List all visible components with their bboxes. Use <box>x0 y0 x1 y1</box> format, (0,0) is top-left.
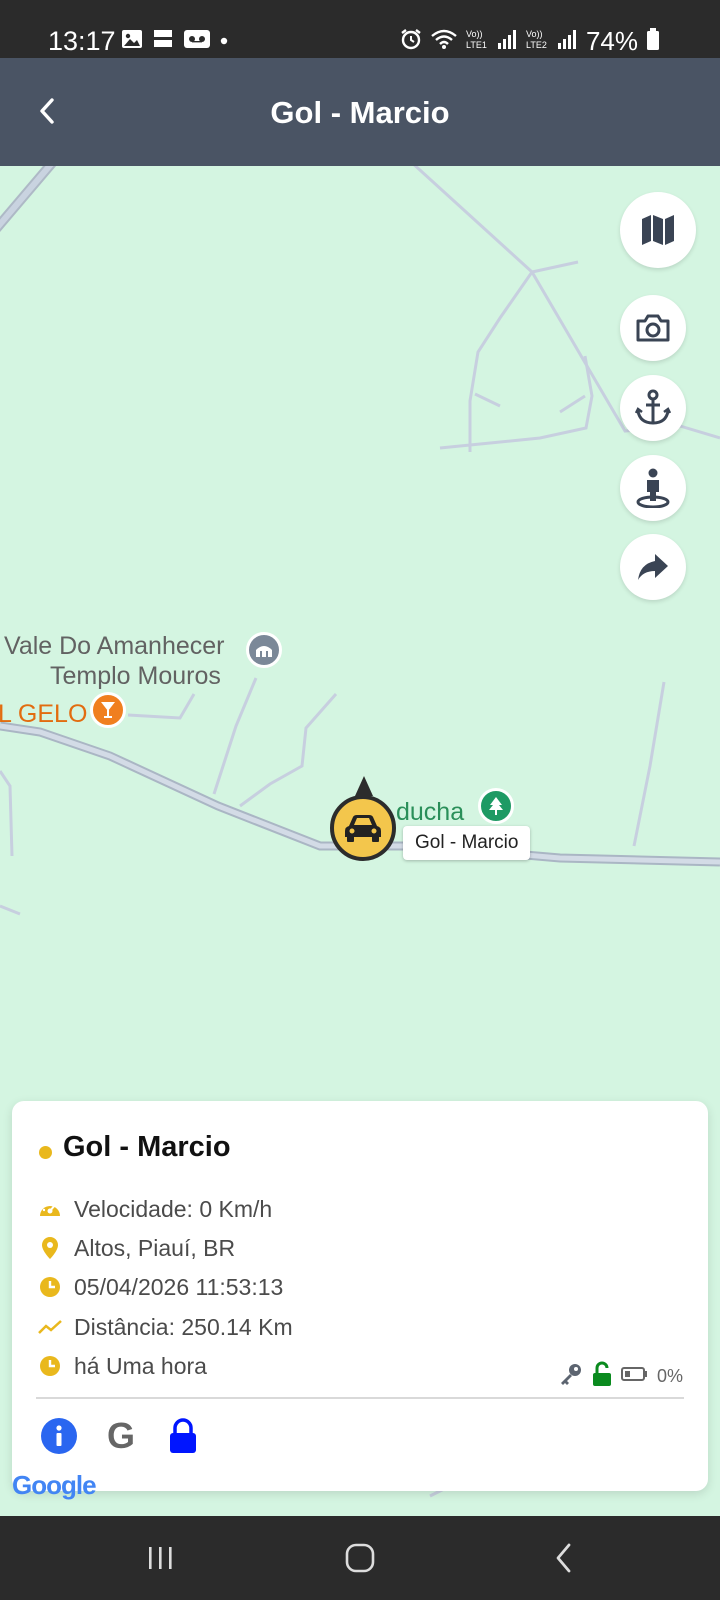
recents-button[interactable] <box>139 1536 183 1580</box>
lock-button[interactable] <box>164 1417 202 1455</box>
google-maps-button[interactable]: G <box>102 1415 140 1456</box>
tim-ads-icon <box>152 28 174 55</box>
voicemail-icon <box>183 29 211 54</box>
trend-line-icon <box>38 1315 62 1339</box>
share-button[interactable] <box>620 534 686 600</box>
wifi-icon <box>430 28 458 55</box>
svg-text:Vo)): Vo)) <box>526 29 543 39</box>
share-icon <box>638 554 668 580</box>
temple-poi-icon[interactable] <box>246 632 282 668</box>
lte1-signal-icon: Vo)) LTE1 <box>466 27 518 56</box>
datetime-text: 05/04/2026 11:53:13 <box>74 1273 284 1300</box>
vehicle-name: Gol - Marcio <box>63 1131 231 1163</box>
park-poi-icon[interactable] <box>478 788 514 824</box>
camera-button[interactable] <box>620 295 686 361</box>
last-update-text: há Uma hora <box>74 1352 207 1379</box>
camera-icon <box>636 314 670 342</box>
map-type-icon <box>642 215 674 245</box>
info-icon <box>41 1418 77 1454</box>
vehicle-marker-tip <box>355 776 373 796</box>
car-icon <box>345 815 381 842</box>
map-type-button[interactable] <box>620 192 696 268</box>
battery-icon <box>646 27 660 55</box>
status-notification-icons <box>121 26 228 56</box>
page-title: Gol - Marcio <box>270 95 450 130</box>
battery-percent: 74% <box>585 25 638 56</box>
map-label-ducha: ducha <box>396 798 465 826</box>
info-button[interactable] <box>40 1417 78 1455</box>
nav-back-button[interactable] <box>542 1536 586 1580</box>
app-header: Gol - Marcio <box>0 58 720 166</box>
vehicle-info-card: Gol - Marcio Velocidade: 0 Km/h Altos, P… <box>12 1101 708 1491</box>
google-attribution: Google <box>12 1470 97 1500</box>
vehicle-marker[interactable] <box>330 795 396 861</box>
map-label-gelo: L GELO <box>0 700 88 728</box>
card-actions: G <box>40 1415 202 1456</box>
speed-text: Velocidade: 0 Km/h <box>74 1195 273 1222</box>
clock-icon <box>38 1354 62 1378</box>
home-icon <box>345 1543 375 1573</box>
clock-icon <box>38 1275 62 1299</box>
distance-row: Distância: 250.14 Km <box>38 1311 293 1343</box>
location-pin-icon <box>38 1236 62 1260</box>
map-label-vale-line2: Templo Mouros <box>50 662 221 690</box>
distance-text: Distância: 250.14 Km <box>74 1313 293 1340</box>
status-time: 13:17 <box>48 26 116 56</box>
street-view-button[interactable] <box>620 455 686 521</box>
lte2-signal-icon: Vo)) LTE2 <box>526 27 578 56</box>
svg-text:Vo)): Vo)) <box>466 29 483 39</box>
location-row: Altos, Piauí, BR <box>38 1232 235 1264</box>
recents-icon <box>149 1547 172 1569</box>
unlocked-icon <box>591 1361 613 1392</box>
lock-icon <box>170 1418 196 1453</box>
card-divider <box>36 1397 684 1399</box>
dot-icon <box>220 32 228 50</box>
location-text: Altos, Piauí, BR <box>74 1234 236 1261</box>
gallery-icon <box>121 29 143 54</box>
svg-text:LTE1: LTE1 <box>466 40 487 50</box>
battery-level-text: 0% <box>656 1366 683 1386</box>
bar-poi-icon[interactable] <box>90 692 126 728</box>
system-nav-bar <box>0 1516 720 1600</box>
alarm-icon <box>400 28 422 55</box>
datetime-row: 05/04/2026 11:53:13 <box>38 1271 283 1303</box>
anchor-button[interactable] <box>620 375 686 441</box>
google-icon: G <box>106 1415 135 1456</box>
home-button[interactable] <box>338 1536 382 1580</box>
speedometer-icon <box>38 1197 62 1221</box>
back-icon <box>556 1543 571 1573</box>
speed-row: Velocidade: 0 Km/h <box>38 1193 272 1225</box>
vehicle-tooltip: Gol - Marcio <box>403 826 531 860</box>
last-update-row: há Uma hora <box>38 1350 207 1382</box>
key-icon <box>559 1362 583 1391</box>
status-bar: 13:17 Vo)) LTE1 Vo)) LTE2 74% <box>0 0 720 58</box>
anchor-icon <box>635 389 671 425</box>
battery-level-icon <box>620 1366 649 1387</box>
street-view-icon <box>636 468 670 508</box>
status-system-icons: Vo)) LTE1 Vo)) LTE2 74% <box>400 26 660 56</box>
vehicle-status-icons: 0% <box>559 1361 683 1392</box>
status-dot <box>39 1146 52 1159</box>
map-label-vale-line1: Vale Do Amanhecer <box>4 632 225 660</box>
svg-text:LTE2: LTE2 <box>526 40 547 50</box>
